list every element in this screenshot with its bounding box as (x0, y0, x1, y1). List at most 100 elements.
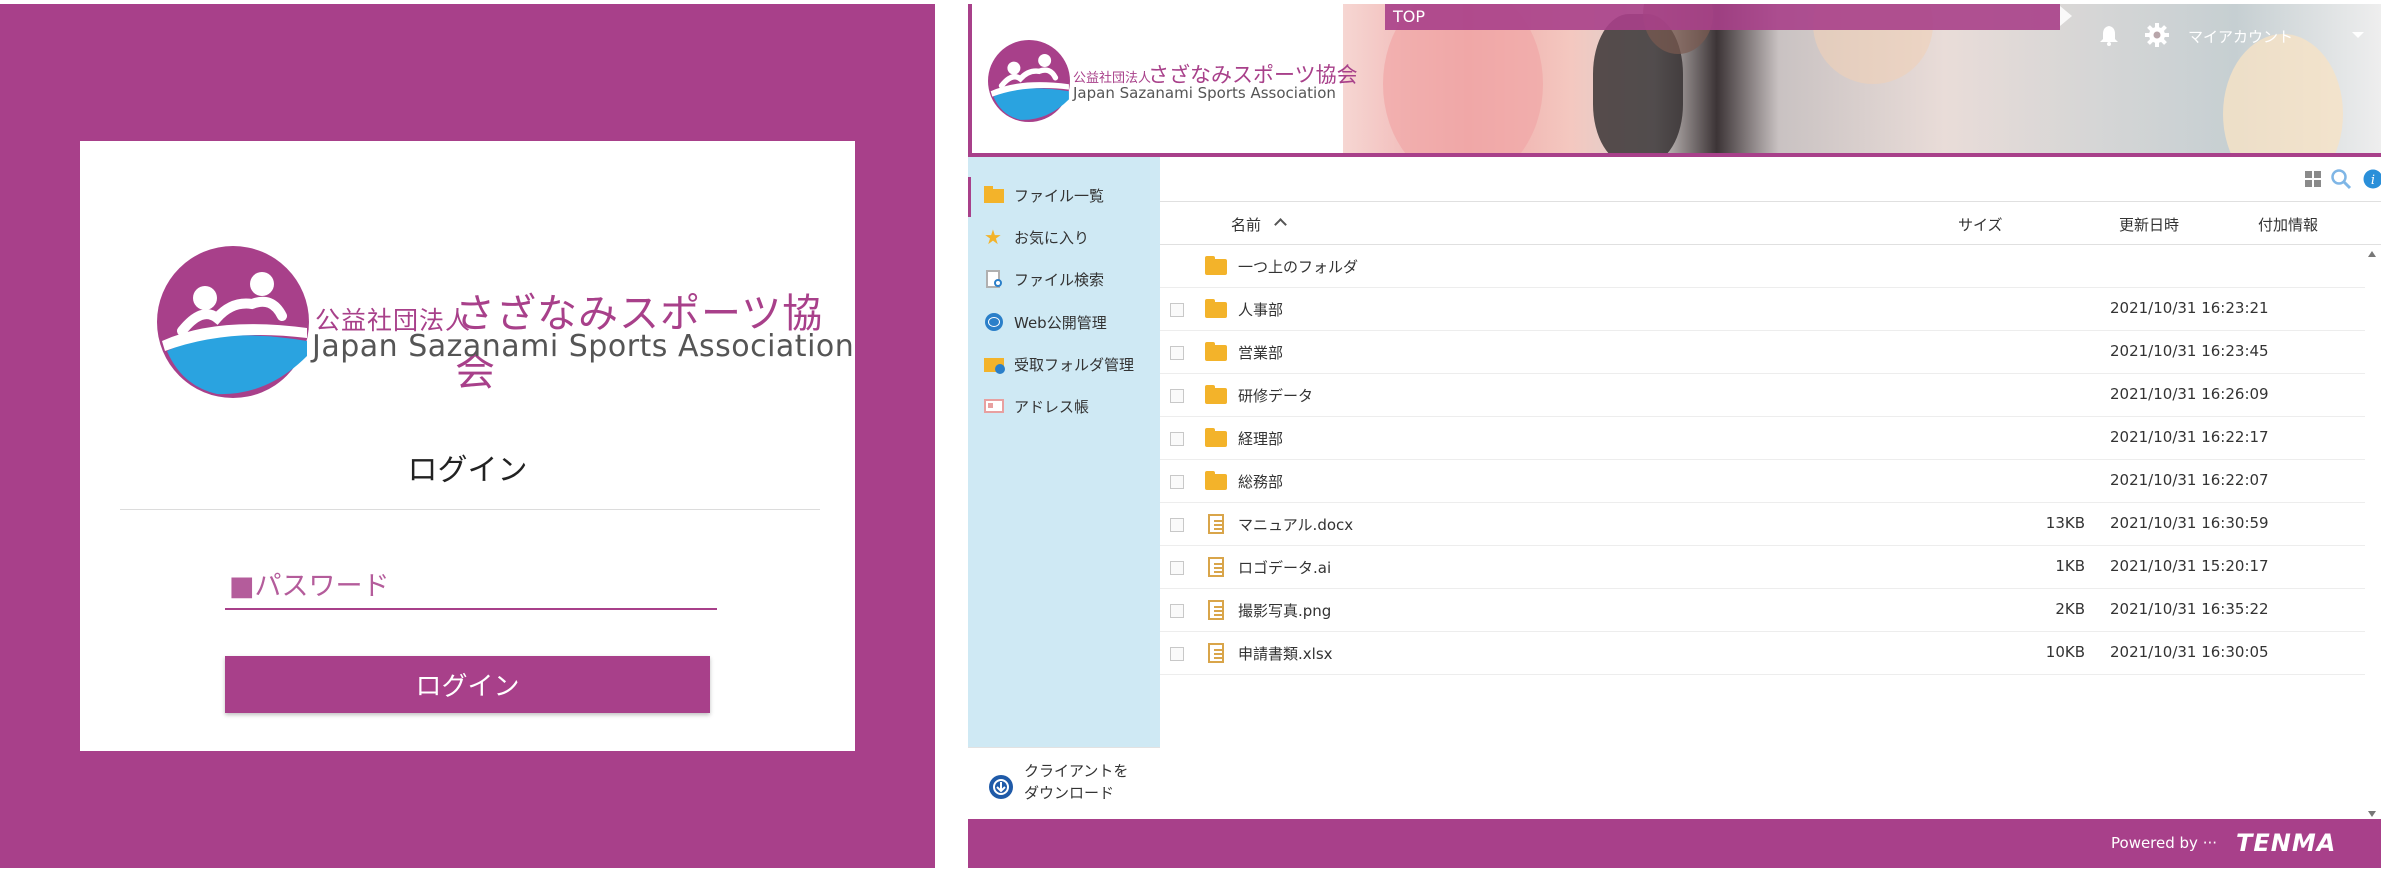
file-search-icon (984, 270, 1006, 288)
table-row[interactable]: 研修データ 2021/10/31 16:26:09 (1160, 374, 2365, 417)
sidebar-item-file-list[interactable]: ファイル一覧 (984, 181, 1104, 209)
gear-icon[interactable] (2144, 22, 2170, 48)
column-header-updated[interactable]: 更新日時 (2119, 214, 2179, 235)
file-name[interactable]: マニュアル.docx (1238, 514, 1353, 535)
row-checkbox[interactable] (1170, 604, 1184, 618)
scrollbar[interactable] (2365, 245, 2379, 819)
scroll-up-icon[interactable] (2368, 251, 2376, 257)
row-checkbox[interactable] (1170, 475, 1184, 489)
parent-folder-row[interactable]: 一つ上のフォルダ (1160, 245, 2365, 288)
folder-icon (984, 186, 1006, 204)
file-size: 1KB (2055, 557, 2085, 575)
updated-date: 2021/10/31 16:23:21 (2110, 299, 2269, 317)
divider (120, 509, 820, 510)
row-checkbox[interactable] (1170, 303, 1184, 317)
row-checkbox[interactable] (1170, 518, 1184, 532)
bell-icon[interactable] (2098, 24, 2120, 46)
table-row[interactable]: 人事部 2021/10/31 16:23:21 (1160, 288, 2365, 331)
document-icon (1205, 643, 1227, 663)
download-client-label: クライアントを ダウンロード (1024, 762, 1129, 802)
address-book-icon (984, 397, 1006, 415)
file-name[interactable]: 経理部 (1238, 428, 1283, 449)
active-indicator (968, 177, 971, 217)
top-link[interactable]: TOP (1393, 7, 1425, 26)
folder-icon (1205, 385, 1227, 404)
table-row[interactable]: 申請書類.xlsx 10KB 2021/10/31 16:30:05 (1160, 632, 2365, 675)
sidebar-item-label: 受取フォルダ管理 (1014, 355, 1135, 374)
file-name[interactable]: 人事部 (1238, 299, 1283, 320)
column-header-info[interactable]: 付加情報 (2258, 214, 2318, 235)
table-row[interactable]: ロゴデータ.ai 1KB 2021/10/31 15:20:17 (1160, 546, 2365, 589)
updated-date: 2021/10/31 16:30:05 (2110, 643, 2269, 661)
association-logo-icon[interactable] (988, 40, 1070, 122)
file-name[interactable]: 一つ上のフォルダ (1238, 256, 1358, 277)
logo-title-en: Japan Sazanami Sports Association (312, 329, 855, 364)
login-title: ログイン (407, 453, 528, 488)
sidebar-item-favorites[interactable]: ★ お気に入り (984, 223, 1089, 251)
header-left-border (968, 4, 972, 157)
scroll-down-icon[interactable] (2368, 811, 2376, 817)
my-account-menu[interactable]: マイアカウント (2188, 26, 2293, 47)
sidebar-item-label: Web公開管理 (1014, 313, 1107, 332)
table-row[interactable]: 撮影写真.png 2KB 2021/10/31 16:35:22 (1160, 589, 2365, 632)
row-checkbox[interactable] (1170, 561, 1184, 575)
row-checkbox[interactable] (1170, 432, 1184, 446)
top-breadcrumb-bar[interactable]: TOP (1385, 4, 2060, 30)
search-icon[interactable] (2330, 168, 2352, 190)
login-button[interactable]: ログイン (225, 656, 710, 713)
column-header-size[interactable]: サイズ (1958, 214, 2003, 235)
sidebar-item-address-book[interactable]: アドレス帳 (984, 392, 1089, 420)
updated-date: 2021/10/31 16:30:59 (2110, 514, 2269, 532)
sidebar-item-receive-folder[interactable]: 受取フォルダ管理 (984, 350, 1134, 378)
header-logo-title-en: Japan Sazanami Sports Association (1073, 84, 1336, 102)
folder-icon (1205, 471, 1227, 490)
file-name[interactable]: 申請書類.xlsx (1238, 643, 1333, 664)
file-name[interactable]: 研修データ (1238, 385, 1313, 406)
sidebar: ファイル一覧 ★ お気に入り ファイル検索 Web公開管理 受取フォルダ管理 ア… (968, 157, 1160, 819)
folder-icon (1205, 342, 1227, 361)
svg-text:i: i (2371, 173, 2375, 188)
folder-icon (1205, 428, 1227, 447)
download-client-link[interactable]: クライアントを ダウンロード (968, 747, 1160, 819)
file-name[interactable]: 総務部 (1238, 471, 1283, 492)
receive-folder-icon (984, 355, 1006, 374)
tenma-logo: TENMA (2236, 829, 2337, 857)
password-field[interactable] (225, 565, 717, 610)
globe-icon (984, 313, 1006, 331)
breadcrumb-arrow-icon (2060, 6, 2072, 26)
sidebar-item-label: お気に入り (1014, 228, 1090, 247)
sidebar-item-web-publish[interactable]: Web公開管理 (984, 308, 1107, 336)
updated-date: 2021/10/31 16:26:09 (2110, 385, 2269, 403)
updated-date: 2021/10/31 16:23:45 (2110, 342, 2269, 360)
file-size: 13KB (2045, 514, 2085, 532)
row-checkbox[interactable] (1170, 389, 1184, 403)
grid-view-icon[interactable] (2304, 170, 2322, 188)
updated-date: 2021/10/31 16:35:22 (2110, 600, 2269, 618)
column-header-row: 名前 サイズ 更新日時 付加情報 (1160, 201, 2381, 245)
table-row[interactable]: マニュアル.docx 13KB 2021/10/31 16:30:59 (1160, 503, 2365, 546)
sidebar-item-label: ファイル検索 (1014, 270, 1105, 289)
info-icon[interactable]: i (2363, 169, 2381, 189)
column-header-name[interactable]: 名前 (1231, 214, 1261, 235)
file-name[interactable]: 営業部 (1238, 342, 1283, 363)
login-card: 公益社団法人 さざなみスポーツ協会 Japan Sazanami Sports … (80, 141, 855, 751)
updated-date: 2021/10/31 15:20:17 (2110, 557, 2269, 575)
file-size: 2KB (2055, 600, 2085, 618)
table-row[interactable]: 営業部 2021/10/31 16:23:45 (1160, 331, 2365, 374)
file-name[interactable]: 撮影写真.png (1238, 600, 1331, 621)
file-list: 一つ上のフォルダ 人事部 2021/10/31 16:23:21 営業部 202… (1160, 245, 2381, 675)
file-size: 10KB (2045, 643, 2085, 661)
document-icon (1205, 600, 1227, 620)
file-name[interactable]: ロゴデータ.ai (1238, 557, 1331, 578)
row-checkbox[interactable] (1170, 346, 1184, 360)
updated-date: 2021/10/31 16:22:17 (2110, 428, 2269, 446)
chevron-down-icon[interactable] (2352, 32, 2364, 38)
sort-ascending-icon[interactable] (1274, 218, 1287, 231)
sidebar-item-label: アドレス帳 (1014, 397, 1090, 416)
row-checkbox[interactable] (1170, 647, 1184, 661)
file-manager-window: 公益社団法人 さざなみスポーツ協会 Japan Sazanami Sports … (968, 4, 2381, 868)
table-row[interactable]: 総務部 2021/10/31 16:22:07 (1160, 460, 2365, 503)
sidebar-item-file-search[interactable]: ファイル検索 (984, 265, 1104, 293)
sidebar-item-label: ファイル一覧 (1014, 186, 1105, 205)
table-row[interactable]: 経理部 2021/10/31 16:22:17 (1160, 417, 2365, 460)
